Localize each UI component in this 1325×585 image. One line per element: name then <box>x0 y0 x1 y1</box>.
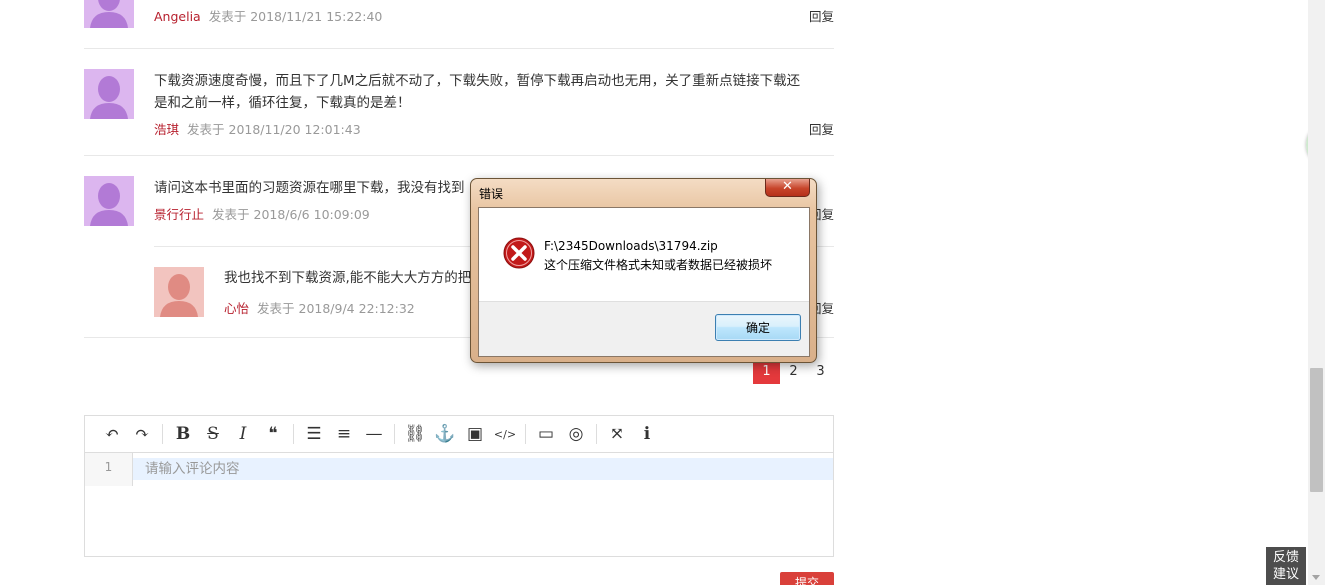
unordered-list-icon[interactable]: ☰ <box>299 419 329 449</box>
error-dialog: 错误 ✕ F:\2345Downloads\31794.zip 这个压缩文件格式… <box>470 178 817 363</box>
preview-icon[interactable]: ▭ <box>531 419 561 449</box>
link-icon[interactable]: ⛓ <box>400 419 430 449</box>
strikethrough-icon[interactable]: S <box>198 419 228 449</box>
comment-item: Angelia 发表于 2018/11/21 15:22:40 回复 <box>84 0 834 48</box>
comment-text-line: 是和之前一样，循环往复，下载真的是差！ <box>154 95 411 111</box>
comment-editor: ↶ ↷ B S I ❝ ☰ ≡ — ⛓ ⚓ ▣ </> ▭ ◎ ⤧ ℹ 1 <box>84 415 834 557</box>
error-icon <box>503 237 535 273</box>
comment-text-line: 请问这本书里面的习题资源在哪里下载，我没有找到 <box>154 180 465 196</box>
comment-text: 下载资源速度奇慢，而且下了几M之后就不动了，下载失败，暂停下载再启动也无用，关了… <box>154 70 800 114</box>
toolbar-separator <box>162 424 163 444</box>
quote-icon[interactable]: ❝ <box>258 419 288 449</box>
anchor-icon[interactable]: ⚓ <box>430 419 460 449</box>
feedback-label-line1: 反馈 <box>1272 550 1299 565</box>
reply-button[interactable]: 回复 <box>809 119 834 138</box>
comment-author[interactable]: 浩琪 <box>154 122 179 137</box>
posted-label: 发表于 <box>212 207 250 222</box>
toolbar-separator <box>293 424 294 444</box>
submit-button[interactable]: 提交 <box>780 572 834 585</box>
feedback-button[interactable]: 反馈 建议 <box>1266 547 1306 585</box>
ok-button[interactable]: 确定 <box>715 314 801 341</box>
comment-input[interactable] <box>145 458 823 480</box>
comment-date: 2018/11/21 15:22:40 <box>250 9 383 24</box>
avatar[interactable] <box>84 176 134 226</box>
comment-author[interactable]: 心怡 <box>224 301 249 316</box>
feedback-label-line2: 建议 <box>1272 567 1299 582</box>
toolbar-separator <box>525 424 526 444</box>
dialog-file-path: F:\2345Downloads\31794.zip <box>544 239 718 253</box>
divider <box>84 155 834 156</box>
reply-button[interactable]: 回复 <box>809 6 834 25</box>
comment-text-line: 我也找不到下载资源,能不能大大方方的把 <box>224 270 472 286</box>
posted-label: 发表于 <box>187 122 225 137</box>
bold-icon[interactable]: B <box>168 419 198 449</box>
code-icon[interactable]: </> <box>490 419 520 449</box>
posted-label: 发表于 <box>208 9 247 24</box>
comment-item: 下载资源速度奇慢，而且下了几M之后就不动了，下载失败，暂停下载再启动也无用，关了… <box>84 69 834 139</box>
scrollbar-thumb[interactable] <box>1310 368 1323 492</box>
undo-icon[interactable]: ↶ <box>97 419 127 449</box>
close-icon[interactable]: ✕ <box>765 179 810 197</box>
comment-date: 2018/9/4 22:12:32 <box>298 301 415 316</box>
redo-icon[interactable]: ↷ <box>127 419 157 449</box>
comment-date: 2018/6/6 10:09:09 <box>253 207 370 222</box>
comment-meta: 心怡 发表于 2018/9/4 22:12:32 <box>224 298 415 317</box>
image-icon[interactable]: ▣ <box>460 419 490 449</box>
comment-meta: Angelia 发表于 2018/11/21 15:22:40 <box>154 6 382 25</box>
comment-text-line: 下载资源速度奇慢，而且下了几M之后就不动了，下载失败，暂停下载再启动也无用，关了… <box>154 73 801 89</box>
comment-author[interactable]: 景行行止 <box>154 207 204 222</box>
avatar[interactable] <box>84 69 134 119</box>
dialog-body: F:\2345Downloads\31794.zip 这个压缩文件格式未知或者数… <box>478 207 810 357</box>
dialog-message: 这个压缩文件格式未知或者数据已经被损坏 <box>544 258 773 272</box>
horizontal-rule-icon[interactable]: — <box>359 419 389 449</box>
comment-date: 2018/11/20 12:01:43 <box>228 122 361 137</box>
page-scrollbar[interactable] <box>1308 0 1325 585</box>
comment-meta: 浩琪 发表于 2018/11/20 12:01:43 <box>154 119 361 138</box>
line-number-gutter: 1 <box>85 453 133 486</box>
fullscreen-icon[interactable]: ⤧ <box>602 419 632 449</box>
posted-label: 发表于 <box>257 301 295 316</box>
scroll-down-arrow-icon[interactable] <box>1312 575 1320 580</box>
comment-meta: 景行行止 发表于 2018/6/6 10:09:09 <box>154 204 370 223</box>
info-icon[interactable]: ℹ <box>632 419 662 449</box>
toolbar-separator <box>394 424 395 444</box>
italic-icon[interactable]: I <box>228 419 258 449</box>
divider <box>84 48 834 49</box>
toolbar-separator <box>596 424 597 444</box>
dialog-title: 错误 <box>479 187 504 201</box>
hide-preview-icon[interactable]: ◎ <box>561 419 591 449</box>
comment-text: 我也找不到下载资源,能不能大大方方的把 <box>224 267 471 289</box>
comment-text: 请问这本书里面的习题资源在哪里下载，我没有找到 <box>154 177 465 199</box>
avatar[interactable] <box>154 267 204 317</box>
editor-toolbar: ↶ ↷ B S I ❝ ☰ ≡ — ⛓ ⚓ ▣ </> ▭ ◎ ⤧ ℹ <box>85 416 833 453</box>
ordered-list-icon[interactable]: ≡ <box>329 419 359 449</box>
comment-author[interactable]: Angelia <box>154 9 201 24</box>
avatar[interactable] <box>84 0 134 28</box>
